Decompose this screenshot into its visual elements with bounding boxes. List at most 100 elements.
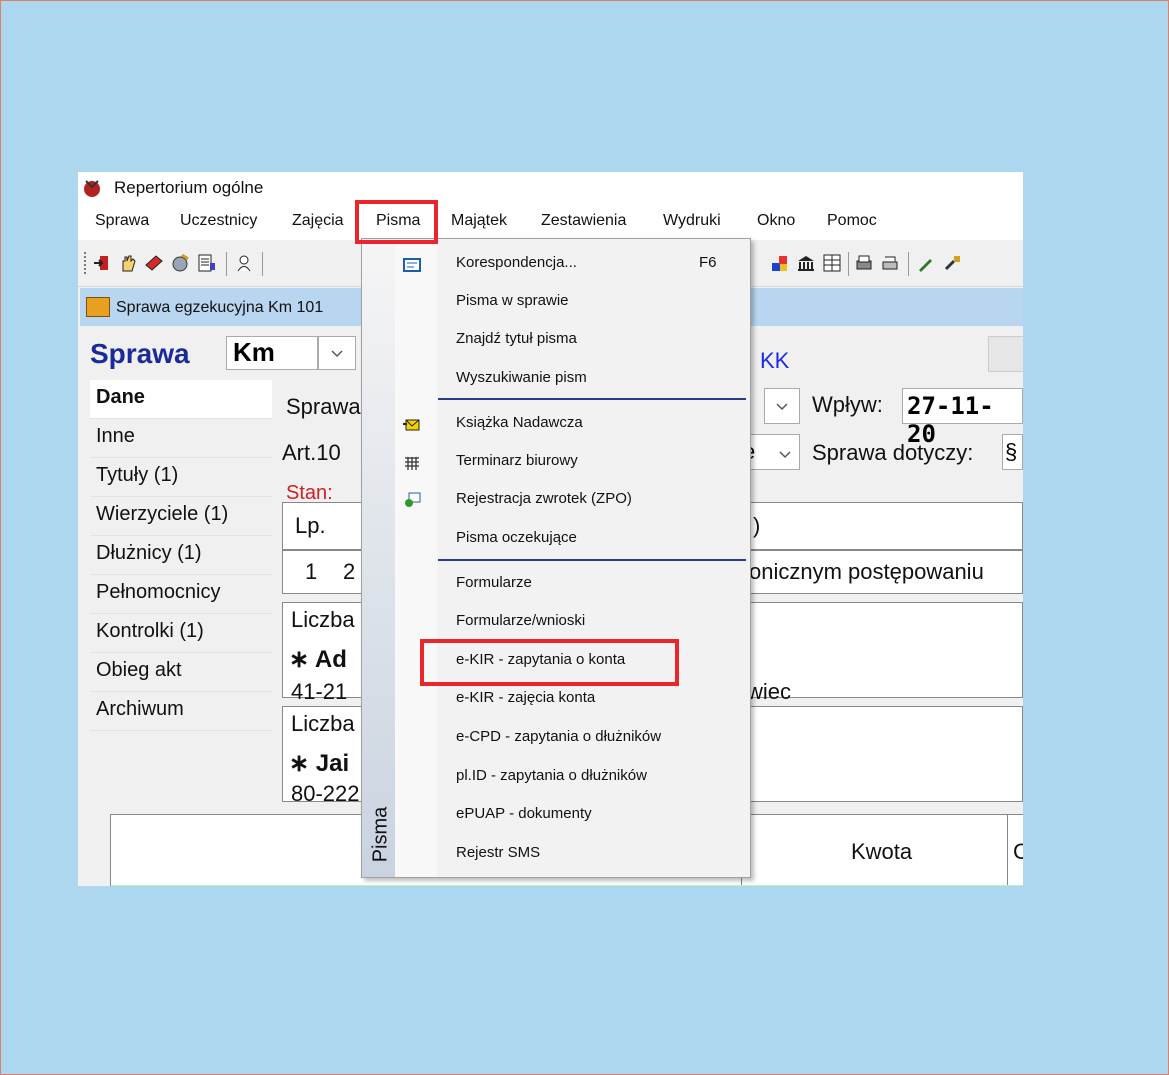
- row-value: 2: [343, 559, 356, 584]
- menu-item-pisma-oczekujace[interactable]: Pisma oczekujące: [456, 529, 577, 546]
- menu-item-ekir-zajecia[interactable]: e-KIR - zajęcia konta: [456, 689, 595, 706]
- row-text: onicznym postępowaniu: [749, 559, 984, 584]
- case-window-icon: [86, 297, 110, 317]
- menu-okno[interactable]: Okno: [757, 212, 795, 230]
- window-title: Repertorium ogólne: [114, 178, 264, 197]
- row-lp: 1: [305, 559, 318, 584]
- menu-majatek[interactable]: Majątek: [451, 212, 507, 230]
- toolbar-separator: [908, 252, 909, 276]
- menu-strip-label: Pisma: [369, 806, 392, 863]
- print-icon[interactable]: [854, 253, 874, 273]
- sidebar-item-dane[interactable]: Dane: [90, 380, 272, 419]
- sidebar-item-dluznicy[interactable]: Dłużnicy (1): [90, 536, 272, 575]
- km-dropdown-button[interactable]: [318, 336, 356, 370]
- sprawa-dotyczy-field[interactable]: §: [1002, 434, 1023, 470]
- menu-uczestnicy[interactable]: Uczestnicy: [180, 212, 257, 230]
- km-select[interactable]: Km: [226, 336, 318, 370]
- ekir-item-highlight-box: [420, 639, 679, 686]
- hand-icon[interactable]: [118, 253, 138, 273]
- book-icon[interactable]: [144, 253, 164, 273]
- wplyw-label: Wpływ:: [812, 392, 883, 417]
- case-window-title: Sprawa egzekucyjna Km 101: [116, 299, 324, 316]
- debtor-zip: 80-222: [291, 781, 360, 806]
- sidebar-item-kontrolki[interactable]: Kontrolki (1): [90, 614, 272, 653]
- envelope-icon: [403, 419, 420, 431]
- menu-item-formularze-wnioski[interactable]: Formularze/wnioski: [456, 612, 585, 629]
- toolbar-grip[interactable]: [84, 252, 88, 274]
- globe-icon[interactable]: [170, 253, 190, 273]
- sidebar-item-inne[interactable]: Inne: [90, 419, 272, 458]
- menu-item-plid-zapytania[interactable]: pl.ID - zapytania o dłużników: [456, 767, 647, 784]
- menu-item-rejestracja-zwrotek[interactable]: Rejestracja zwrotek (ZPO): [456, 490, 632, 507]
- sidebar-item-tytuly[interactable]: Tytuły (1): [90, 458, 272, 497]
- creditor-name-text: Ad: [314, 646, 347, 673]
- puzzle-icon[interactable]: [770, 253, 790, 273]
- liczba-label: Liczba: [291, 711, 355, 736]
- sidebar: Dane Inne Tytuły (1) Wierzyciele (1) Dłu…: [90, 380, 272, 731]
- debtor-name-text: Jai: [315, 750, 350, 777]
- pen-icon[interactable]: [916, 253, 936, 273]
- row1-dropdown[interactable]: [764, 388, 800, 424]
- tools-icon[interactable]: [942, 253, 962, 273]
- sprawa-label: Sprawa: [90, 338, 190, 369]
- title-bar: Repertorium ogólne: [78, 172, 1023, 204]
- menu-sprawa[interactable]: Sprawa: [95, 212, 149, 230]
- menu-separator: [438, 398, 746, 400]
- menu-item-ecpd-zapytania[interactable]: e-CPD - zapytania o dłużników: [456, 728, 661, 745]
- correspondence-icon: [403, 258, 421, 272]
- sidebar-item-wierzyciele[interactable]: Wierzyciele (1): [90, 497, 272, 536]
- kwota-header: Kwota: [851, 839, 913, 864]
- column-c-header: C: [1013, 839, 1023, 864]
- menu-item-korespondencja[interactable]: Korespondencja...: [456, 254, 577, 271]
- menu-zestawienia[interactable]: Zestawienia: [541, 212, 626, 230]
- menu-item-znajdz-tytul-pisma[interactable]: Znajdź tytuł pisma: [456, 330, 577, 347]
- menu-bar: Sprawa Uczestnicy Zajęcia Pisma Majątek …: [78, 204, 1023, 272]
- chevron-down-icon: [776, 403, 788, 411]
- app-icon: [84, 180, 100, 197]
- table-header-close: ): [753, 513, 761, 538]
- menu-item-formularze[interactable]: Formularze: [456, 574, 532, 591]
- art-label: Art.10: [282, 440, 341, 465]
- menu-item-pisma-w-sprawie[interactable]: Pisma w sprawie: [456, 292, 569, 309]
- return-receipt-icon: [405, 492, 421, 507]
- korespondencja-shortcut: F6: [699, 254, 717, 271]
- sidebar-item-pelnomocnicy[interactable]: Pełnomocnicy: [90, 575, 272, 614]
- sprawa-dotyczy-label: Sprawa dotyczy:: [812, 440, 974, 465]
- list-icon[interactable]: [196, 253, 216, 273]
- menu-zajecia[interactable]: Zajęcia: [292, 212, 344, 230]
- menu-wydruki[interactable]: Wydruki: [663, 212, 721, 230]
- menu-item-epuap-dokumenty[interactable]: ePUAP - dokumenty: [456, 805, 592, 822]
- wplyw-date-field[interactable]: 27-11-20: [902, 388, 1023, 448]
- right-button[interactable]: [988, 336, 1023, 372]
- pisma-menu-highlight-box: [355, 200, 438, 244]
- kk-label: KK: [760, 348, 790, 373]
- menu-side-strip: Pisma: [362, 239, 395, 877]
- pisma-dropdown-menu: Pisma Korespondencja... F6 Pisma w spraw…: [361, 238, 751, 878]
- register-icon[interactable]: [822, 253, 842, 273]
- menu-pomoc[interactable]: Pomoc: [827, 212, 877, 230]
- print-preview-icon[interactable]: [880, 253, 900, 273]
- chevron-down-icon: [331, 350, 343, 358]
- lp-header: Lp.: [295, 513, 326, 538]
- exit-icon[interactable]: [92, 253, 112, 273]
- menu-item-terminarz-biurowy[interactable]: Terminarz biurowy: [456, 452, 578, 469]
- menu-icon-column: [395, 239, 437, 877]
- person-search-icon[interactable]: [234, 253, 254, 273]
- menu-item-rejestr-sms[interactable]: Rejestr SMS: [456, 844, 540, 861]
- creditor-zip: 41-21: [291, 679, 348, 704]
- bank-icon[interactable]: [796, 253, 816, 273]
- liczba-label: Liczba: [291, 607, 355, 632]
- sprawa-row-label: Sprawa: [286, 394, 361, 419]
- menu-item-wyszukiwanie-pism[interactable]: Wyszukiwanie pism: [456, 369, 587, 386]
- chevron-down-icon: [779, 451, 791, 459]
- column-divider: [1007, 815, 1008, 886]
- creditor-name: ∗ Ad: [289, 646, 347, 673]
- table-row[interactable]: [111, 885, 1023, 886]
- calendar-icon: [405, 457, 419, 470]
- menu-separator: [438, 559, 746, 561]
- sidebar-item-obieg-akt[interactable]: Obieg akt: [90, 653, 272, 692]
- menu-item-ksiazka-nadawcza[interactable]: Książka Nadawcza: [456, 414, 583, 431]
- sidebar-item-archiwum[interactable]: Archiwum: [90, 692, 272, 731]
- creditor-city: wiec: [747, 679, 792, 704]
- toolbar-separator: [262, 252, 263, 276]
